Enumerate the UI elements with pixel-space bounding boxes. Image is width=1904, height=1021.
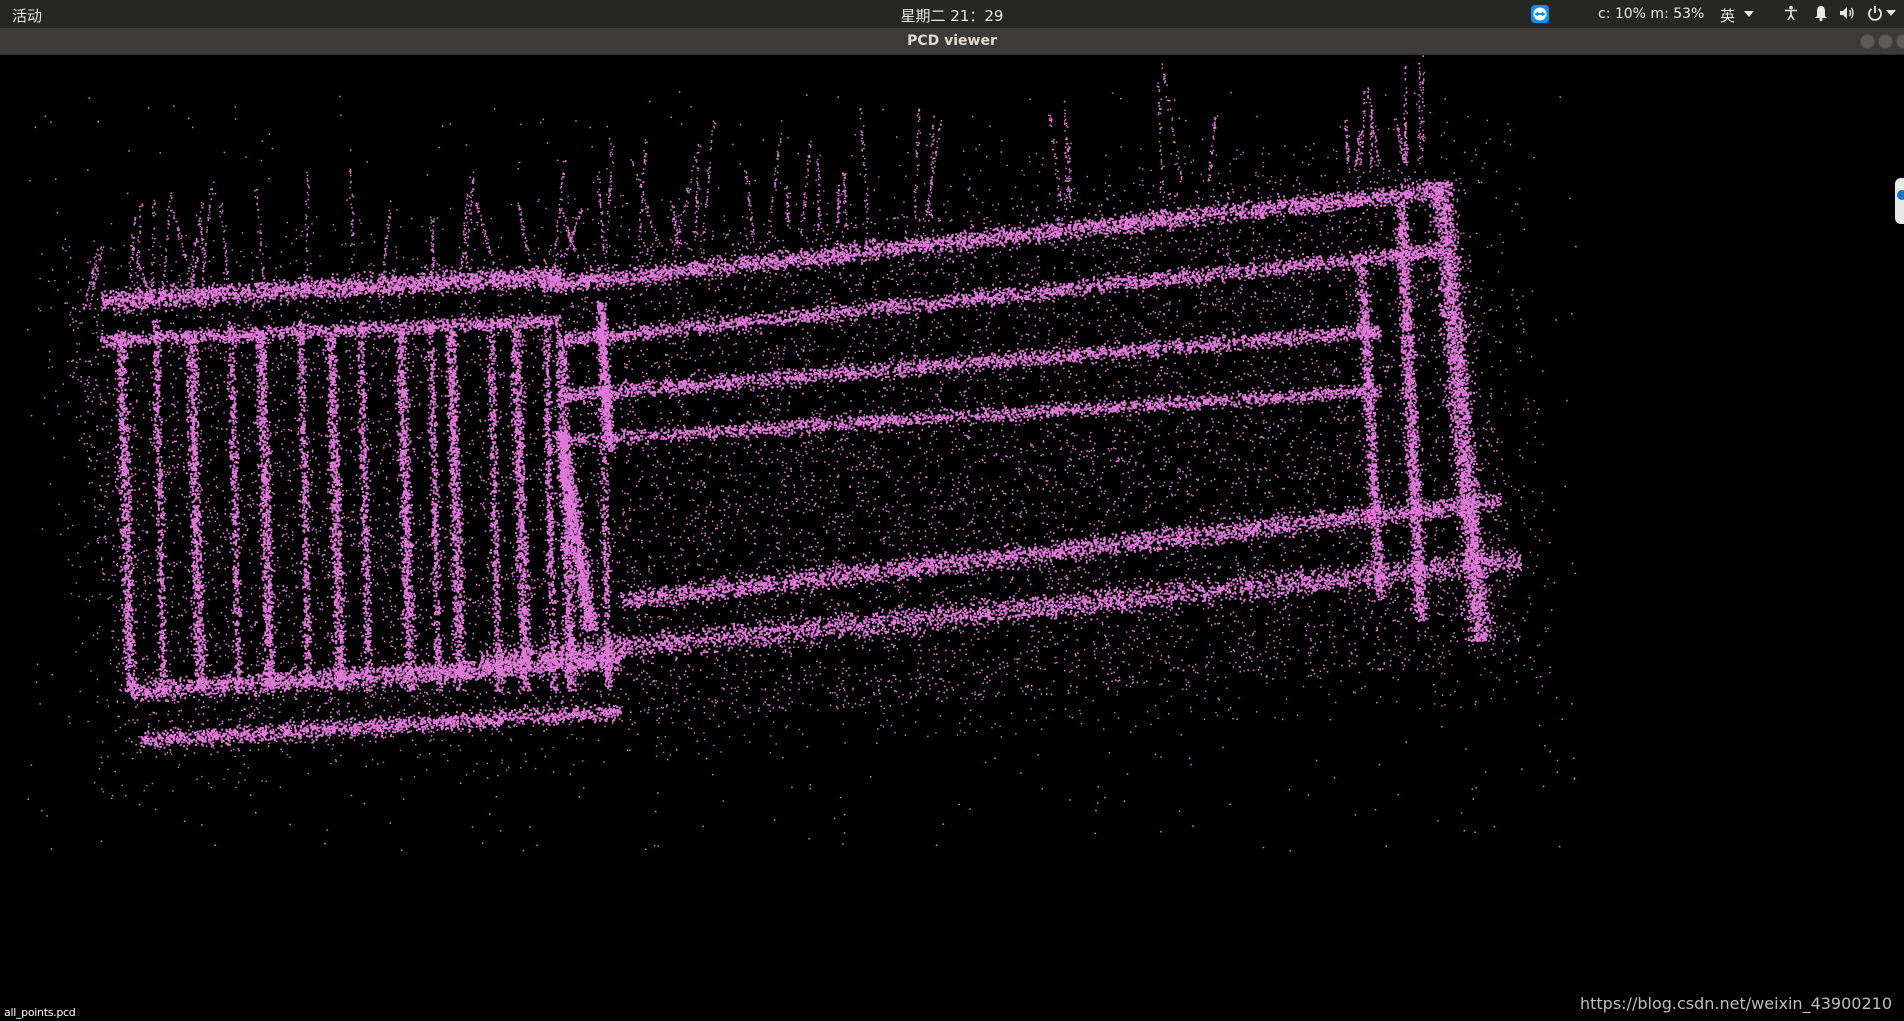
point-cloud-viewport[interactable] — [0, 55, 1904, 1021]
activities-button[interactable]: 活动 — [12, 5, 42, 26]
window-title: PCD viewer — [0, 33, 1904, 49]
top-bar: 活动 星期二 21：29 c: 10% m: 53% 英 — [0, 0, 1904, 28]
minimize-button[interactable] — [1860, 34, 1875, 49]
cloud-file-label: all_points.pcd — [4, 1006, 76, 1019]
notification-bell-icon[interactable] — [1812, 4, 1830, 22]
system-monitor[interactable]: c: 10% m: 53% — [1598, 6, 1704, 22]
teamviewer-side-panel[interactable] — [1895, 178, 1904, 224]
point-cloud-points — [27, 55, 1577, 852]
volume-icon[interactable] — [1838, 4, 1856, 22]
clock[interactable]: 星期二 21：29 — [901, 7, 1004, 25]
watermark: https://blog.csdn.net/weixin_43900210 — [1580, 994, 1892, 1013]
maximize-button[interactable] — [1878, 34, 1893, 49]
chevron-down-icon[interactable] — [1886, 9, 1896, 17]
window-titlebar[interactable]: PCD viewer — [0, 28, 1904, 55]
chevron-down-icon[interactable] — [1744, 11, 1754, 17]
input-method-indicator[interactable]: 英 — [1720, 5, 1735, 26]
power-icon[interactable] — [1866, 4, 1884, 22]
point-cloud — [27, 55, 1577, 852]
accessibility-icon[interactable] — [1782, 4, 1800, 22]
close-button[interactable] — [1896, 34, 1904, 49]
teamviewer-icon[interactable] — [1897, 190, 1904, 200]
teamviewer-icon[interactable] — [1530, 4, 1550, 24]
